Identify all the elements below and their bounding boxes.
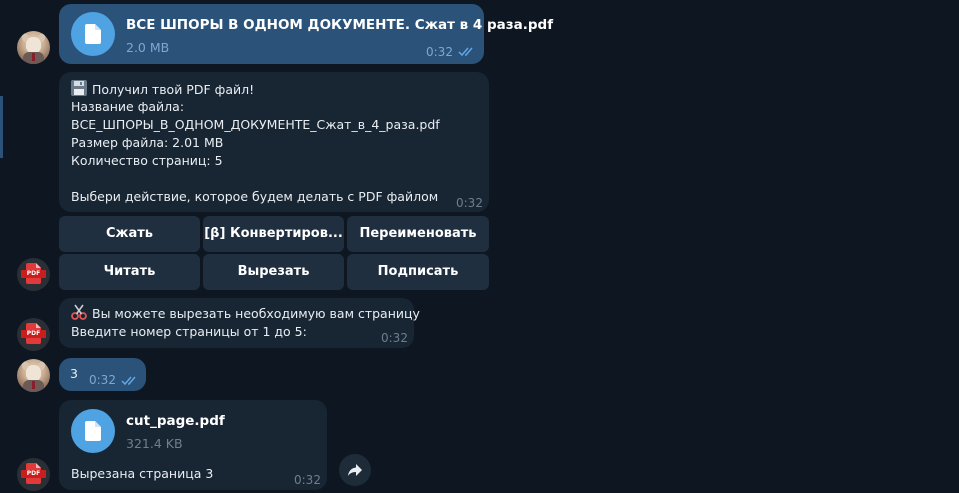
bot-cut-message: Вы можете вырезать необходимую вам стран… — [59, 298, 420, 348]
scissors-icon — [71, 304, 87, 325]
message-time: 0:32 — [456, 196, 483, 210]
file-size: 321.4 KB — [126, 436, 183, 451]
document-icon[interactable] — [71, 12, 115, 56]
left-edge-indicator — [0, 96, 3, 158]
rename-button[interactable]: Переименовать — [347, 216, 489, 252]
cut-button[interactable]: Вырезать — [203, 254, 344, 290]
compress-button[interactable]: Сжать — [59, 216, 200, 252]
read-button[interactable]: Читать — [59, 254, 200, 290]
user-avatar[interactable] — [17, 31, 50, 64]
outgoing-text-message[interactable]: 3 0:32 — [59, 358, 146, 391]
message-time: 0:32 — [294, 473, 321, 487]
bot-info-message: Получил твой PDF файл! Название файла: В… — [59, 72, 489, 212]
forward-arrow-icon — [348, 464, 362, 476]
forward-button[interactable] — [339, 454, 371, 486]
message-text: Получил твой PDF файл! — [92, 82, 255, 97]
message-line: Название файла: — [71, 99, 185, 114]
message-time: 0:32 — [381, 331, 408, 345]
message-line: Введите номер страницы от 1 до 5: — [71, 324, 307, 339]
bot-avatar[interactable]: PDF — [17, 258, 50, 291]
sign-button[interactable]: Подписать — [347, 254, 489, 290]
read-check-icon — [121, 376, 136, 386]
bot-avatar[interactable]: PDF — [17, 458, 50, 491]
outgoing-file-message[interactable]: ВСЕ ШПОРЫ В ОДНОМ ДОКУМЕНТЕ. Сжат в 4 ра… — [59, 4, 553, 64]
document-icon[interactable] — [71, 409, 115, 453]
message-time: 0:32 — [426, 45, 453, 59]
user-avatar[interactable] — [17, 359, 50, 392]
message-line: Количество страниц: 5 — [71, 153, 223, 168]
message-caption: Вырезана страница 3 — [71, 466, 214, 481]
file-name[interactable]: cut_page.pdf — [126, 413, 225, 429]
message-line: Выбери действие, которое будем делать с … — [71, 189, 439, 204]
convert-button[interactable]: [β] Конвертиров... — [203, 216, 344, 252]
message-line: ВСЕ_ШПОРЫ_В_ОДНОМ_ДОКУМЕНТЕ_Сжат_в_4_раз… — [71, 117, 440, 132]
read-check-icon — [458, 47, 473, 57]
incoming-file-message[interactable]: cut_page.pdf 321.4 KB Вырезана страница … — [59, 400, 327, 490]
bot-avatar[interactable]: PDF — [17, 318, 50, 351]
message-line: Размер файла: 2.01 MB — [71, 135, 224, 150]
file-size: 2.0 MB — [126, 40, 170, 55]
message-text: Вы можете вырезать необходимую вам стран… — [92, 306, 420, 321]
message-text: 3 — [70, 366, 78, 381]
message-time: 0:32 — [89, 373, 116, 387]
message-line: Вы можете вырезать необходимую вам стран… — [71, 304, 420, 325]
file-name[interactable]: ВСЕ ШПОРЫ В ОДНОМ ДОКУМЕНТЕ. Сжат в 4 ра… — [126, 17, 553, 33]
